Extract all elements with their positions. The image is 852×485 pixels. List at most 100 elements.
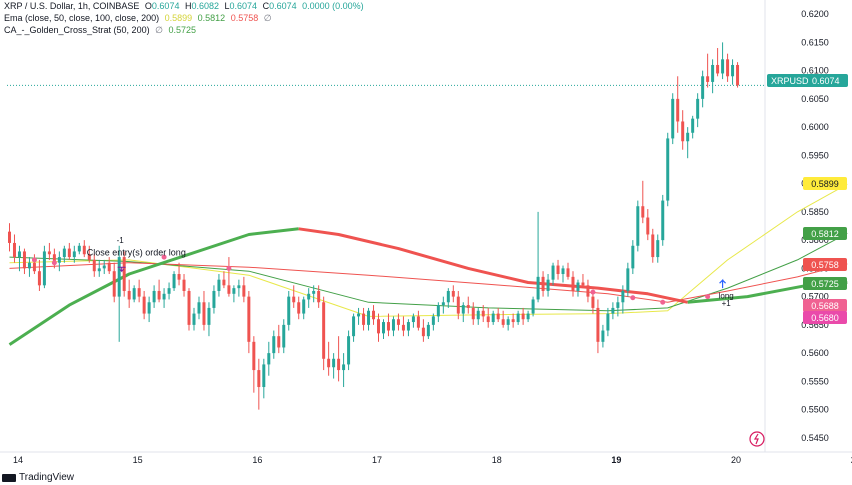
- candle-body[interactable]: [411, 316, 415, 323]
- candle-body[interactable]: [377, 319, 381, 334]
- candle-body[interactable]: [706, 76, 710, 82]
- candle-body[interactable]: [152, 290, 156, 303]
- candle-body[interactable]: [701, 76, 705, 99]
- candle-body[interactable]: [147, 302, 151, 314]
- candle-body[interactable]: [601, 330, 605, 342]
- candle-body[interactable]: [32, 262, 36, 272]
- candle-body[interactable]: [82, 245, 86, 255]
- candle-body[interactable]: [302, 299, 306, 314]
- candle-body[interactable]: [122, 257, 126, 291]
- candle-body[interactable]: [586, 285, 590, 297]
- candle-body[interactable]: [386, 322, 390, 331]
- candle-body[interactable]: [576, 282, 580, 291]
- candle-body[interactable]: [661, 200, 665, 241]
- candle-body[interactable]: [616, 302, 620, 308]
- candle-body[interactable]: [381, 322, 385, 334]
- candle-body[interactable]: [107, 262, 111, 272]
- candle-body[interactable]: [132, 288, 136, 300]
- candle-body[interactable]: [641, 206, 645, 218]
- candle-body[interactable]: [496, 313, 500, 320]
- candle-body[interactable]: [367, 310, 371, 325]
- candle-body[interactable]: [27, 262, 31, 269]
- candle-body[interactable]: [22, 251, 26, 269]
- candle-body[interactable]: [546, 279, 550, 291]
- candle-body[interactable]: [726, 59, 730, 77]
- candle-body[interactable]: [691, 118, 695, 133]
- candle-body[interactable]: [396, 319, 400, 325]
- candle-body[interactable]: [317, 290, 321, 303]
- candle-body[interactable]: [666, 138, 670, 201]
- candle-body[interactable]: [92, 259, 96, 272]
- candle-body[interactable]: [716, 64, 720, 74]
- candle-body[interactable]: [566, 268, 570, 277]
- candle-body[interactable]: [47, 251, 51, 255]
- candle-body[interactable]: [297, 302, 301, 314]
- candle-body[interactable]: [476, 310, 480, 320]
- candle-body[interactable]: [536, 276, 540, 300]
- candle-body[interactable]: [671, 98, 675, 139]
- candle-body[interactable]: [541, 276, 545, 291]
- candle-body[interactable]: [252, 341, 256, 371]
- candle-body[interactable]: [416, 316, 420, 328]
- candle-body[interactable]: [327, 358, 331, 368]
- candle-body[interactable]: [501, 319, 505, 325]
- candle-body[interactable]: [97, 268, 101, 272]
- candle-body[interactable]: [347, 336, 351, 365]
- candle-body[interactable]: [192, 313, 196, 325]
- candle-body[interactable]: [372, 310, 376, 320]
- candle-body[interactable]: [37, 271, 41, 286]
- candle-body[interactable]: [212, 290, 216, 308]
- candle-body[interactable]: [67, 248, 71, 258]
- candle-body[interactable]: [611, 307, 615, 314]
- legend-strategy-line[interactable]: CA_-_Golden_Cross_Strat (50, 200) ∅ 0.57…: [4, 24, 199, 36]
- candle-body[interactable]: [486, 316, 490, 323]
- candle-body[interactable]: [77, 245, 81, 252]
- candle-body[interactable]: [421, 327, 425, 337]
- candle-body[interactable]: [72, 251, 76, 258]
- candle-body[interactable]: [117, 257, 121, 297]
- candle-body[interactable]: [606, 313, 610, 331]
- candle-body[interactable]: [127, 290, 131, 300]
- candle-body[interactable]: [57, 257, 61, 263]
- candle-body[interactable]: [237, 285, 241, 289]
- candle-body[interactable]: [112, 271, 116, 297]
- chart-canvas[interactable]: 0.62000.61500.61000.60500.60000.59500.59…: [0, 0, 852, 485]
- candle-body[interactable]: [242, 285, 246, 297]
- candle-body[interactable]: [342, 364, 346, 371]
- candle-body[interactable]: [292, 296, 296, 303]
- candle-body[interactable]: [636, 206, 640, 246]
- candle-body[interactable]: [391, 319, 395, 331]
- candle-body[interactable]: [222, 279, 226, 286]
- candle-body[interactable]: [581, 282, 585, 286]
- candle-body[interactable]: [461, 305, 465, 314]
- candle-body[interactable]: [561, 268, 565, 275]
- candle-body[interactable]: [172, 274, 176, 289]
- candle-body[interactable]: [137, 288, 141, 297]
- candle-body[interactable]: [481, 310, 485, 317]
- candle-body[interactable]: [187, 290, 191, 325]
- candle-body[interactable]: [12, 242, 16, 258]
- candle-body[interactable]: [217, 279, 221, 291]
- candle-body[interactable]: [651, 234, 655, 258]
- candle-body[interactable]: [491, 313, 495, 323]
- hidden-eye-icon[interactable]: ∅: [155, 25, 163, 35]
- candle-body[interactable]: [551, 265, 555, 280]
- candle-body[interactable]: [287, 296, 291, 325]
- candle-body[interactable]: [17, 251, 21, 258]
- candle-body[interactable]: [232, 288, 236, 294]
- candle-body[interactable]: [711, 64, 715, 82]
- candle-body[interactable]: [631, 245, 635, 269]
- candle-body[interactable]: [7, 231, 11, 243]
- candle-body[interactable]: [352, 316, 356, 337]
- candle-body[interactable]: [62, 248, 66, 258]
- candle-body[interactable]: [431, 316, 435, 325]
- candle-body[interactable]: [332, 358, 336, 368]
- candle-body[interactable]: [521, 313, 525, 320]
- candle-body[interactable]: [357, 313, 361, 317]
- candle-body[interactable]: [721, 59, 725, 74]
- candle-body[interactable]: [227, 285, 231, 294]
- tradingview-logo[interactable]: TradingView: [2, 472, 74, 483]
- candle-body[interactable]: [406, 322, 410, 331]
- candle-body[interactable]: [262, 364, 266, 388]
- candle-body[interactable]: [446, 290, 450, 303]
